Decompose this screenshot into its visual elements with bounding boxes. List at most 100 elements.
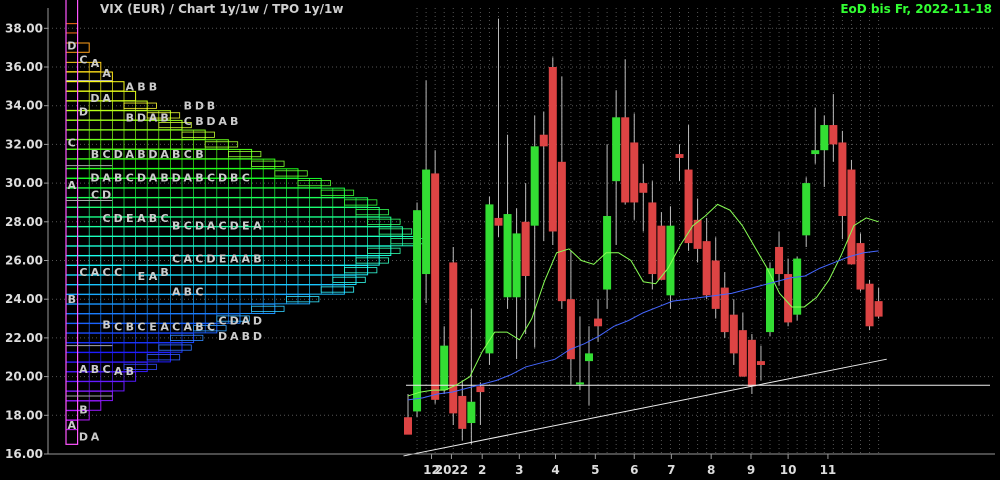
- tpo-first-column: [65, 0, 79, 445]
- tpo-letter: E: [126, 212, 134, 225]
- tpo-letter: D: [172, 171, 181, 184]
- x-tick-label: 3: [515, 463, 523, 477]
- tpo-row-echo: [343, 199, 378, 206]
- tpo-row-echo: [158, 344, 192, 351]
- tpo-row-echo: [274, 170, 308, 177]
- candle-body: [404, 417, 412, 435]
- tpo-letter: D: [230, 220, 239, 233]
- x-tick-label: 8: [707, 463, 715, 477]
- tpo-letter: A: [242, 253, 251, 266]
- tpo-letter: C: [126, 171, 134, 184]
- sma-long-line: [407, 250, 879, 401]
- tpo-row-echo: [367, 247, 401, 254]
- tpo-letter: A: [218, 115, 227, 128]
- x-tick-label: 5: [591, 463, 599, 477]
- y-tick-label: 36.00: [5, 60, 43, 74]
- candle-body: [575, 382, 584, 385]
- tpo-row-echo: [227, 151, 262, 158]
- candle-body: [431, 173, 440, 400]
- tpo-letter: C: [184, 220, 192, 233]
- tpo-letter: B: [184, 100, 192, 113]
- tpo-letter: C: [114, 320, 122, 333]
- tpo-letter: E: [242, 220, 250, 233]
- candle-body: [648, 202, 657, 275]
- tpo-row-echo: [297, 180, 331, 187]
- tpo-letter: D: [148, 148, 157, 161]
- tpo-letter: C: [242, 171, 250, 184]
- candle-body: [413, 210, 422, 412]
- tpo-letter: C: [184, 148, 192, 161]
- x-tick-label: 11: [820, 463, 837, 477]
- tpo-letter: D: [253, 330, 262, 343]
- tpo-letter: B: [160, 111, 168, 124]
- candle-body: [630, 142, 639, 203]
- tpo-row-echo: [320, 286, 355, 293]
- tpo-letter: C: [103, 212, 111, 225]
- tpo-letter: C: [161, 212, 169, 225]
- y-tick-label: 32.00: [5, 137, 43, 151]
- x-tick-label: 9: [747, 463, 755, 477]
- tpo-letter: D: [90, 171, 99, 184]
- candle-body: [530, 146, 539, 226]
- tpo-letter: B: [195, 148, 203, 161]
- tpo-letter: A: [230, 253, 239, 266]
- tpo-letter: D: [137, 171, 146, 184]
- tpo-letter: B: [242, 330, 250, 343]
- tpo-letter: D: [195, 220, 204, 233]
- trend-line: [403, 358, 887, 457]
- candle-body: [729, 314, 738, 354]
- candle-body: [503, 214, 512, 298]
- tpo-letter: A: [126, 80, 135, 93]
- candle-body: [829, 125, 838, 145]
- date-label: EoD bis Fr, 2022-11-18: [840, 2, 992, 16]
- tpo-letter: C: [172, 320, 180, 333]
- candle-body: [820, 125, 829, 151]
- x-tick-label: 2022: [435, 463, 468, 477]
- candle-body: [793, 258, 802, 315]
- tpo-letter: C: [103, 266, 111, 279]
- tpo-letter: B: [149, 80, 157, 93]
- tpo-letter: B: [149, 212, 157, 225]
- candle-body: [512, 233, 521, 298]
- y-tick-label: 24.00: [5, 292, 43, 306]
- tpo-letter: E: [138, 270, 146, 283]
- tpo-letter: B: [102, 318, 110, 331]
- candle-body: [874, 301, 883, 317]
- tpo-letter: B: [137, 80, 145, 93]
- candle-body: [675, 154, 684, 158]
- tpo-letter: D: [90, 92, 99, 105]
- candle-body: [612, 117, 621, 182]
- tpo-row: [65, 81, 125, 92]
- candle-body: [657, 225, 666, 280]
- candle-body: [811, 150, 820, 155]
- tpo-letter: A: [102, 171, 111, 184]
- tpo-letter: D: [206, 115, 215, 128]
- tpo-letter: A: [172, 285, 181, 298]
- candle-body: [784, 274, 793, 323]
- tpo-row: [65, 381, 125, 392]
- tpo-row-echo: [251, 305, 285, 312]
- candle-body: [847, 169, 856, 265]
- candle-body: [485, 204, 494, 354]
- tpo-letter: A: [91, 57, 100, 70]
- tpo-row-echo: [285, 296, 320, 303]
- candle-body: [440, 345, 449, 391]
- candle-body: [639, 183, 648, 193]
- candle-body: [711, 260, 720, 309]
- tpo-letter: D: [114, 212, 123, 225]
- candle-body: [557, 161, 566, 302]
- tpo-letter: A: [114, 365, 123, 378]
- tpo-letter: C: [114, 266, 122, 279]
- candle-body: [585, 353, 593, 362]
- tpo-letter: D: [102, 189, 111, 202]
- tpo-letter: A: [149, 111, 158, 124]
- tpo-letter: D: [79, 431, 88, 444]
- tpo-letter: A: [126, 148, 135, 161]
- tpo-row-echo: [251, 160, 285, 167]
- tpo-letter: A: [230, 330, 239, 343]
- tpo-letter: B: [91, 148, 99, 161]
- tpo-letter: C: [219, 314, 227, 327]
- candle-body: [476, 386, 485, 393]
- tpo-row-echo: [378, 228, 413, 235]
- tpo-letter: B: [230, 115, 238, 128]
